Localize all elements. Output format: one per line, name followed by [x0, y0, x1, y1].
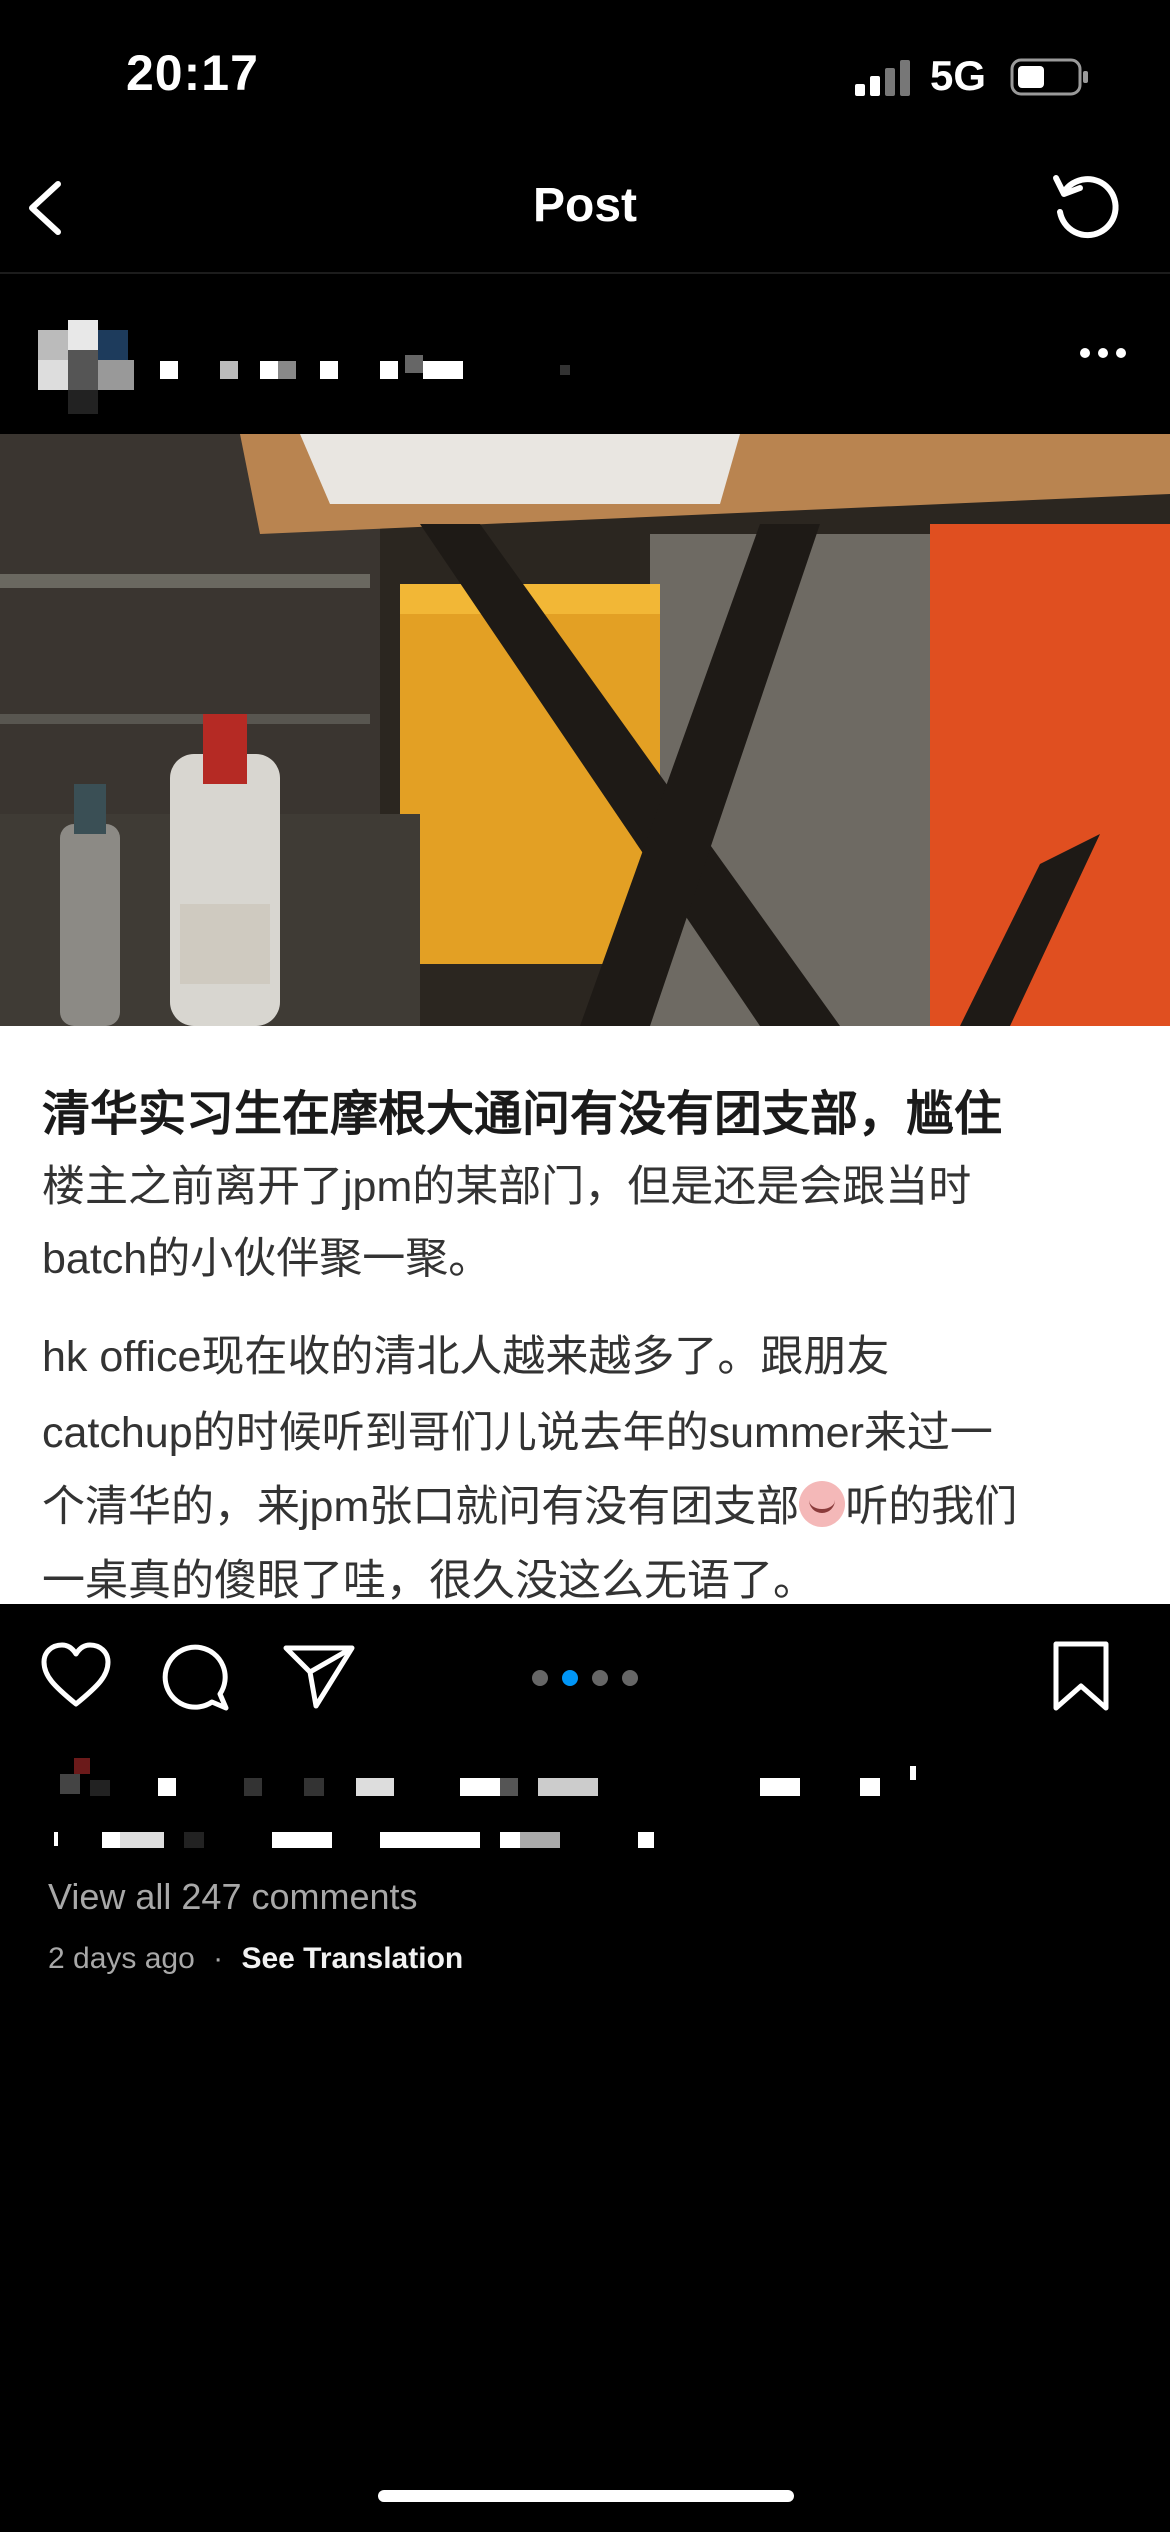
heart-icon[interactable]	[40, 1642, 112, 1708]
card-line-text: 听的我们	[845, 1483, 1018, 1531]
network-type: 5G	[930, 52, 987, 99]
avatar[interactable]	[38, 320, 138, 420]
share-icon[interactable]	[282, 1642, 356, 1710]
carousel-indicator	[532, 1670, 638, 1686]
battery-icon	[1010, 58, 1088, 96]
nav-divider	[0, 272, 1170, 274]
post-meta: 2 days ago · See Translation	[48, 1942, 463, 1976]
card-line: hk office现在收的清北人越来越多了。跟朋友	[42, 1333, 890, 1381]
post-timestamp: 2 days ago	[48, 1942, 195, 1975]
card-line: 一桌真的傻眼了哇，很久没这么无语了。	[42, 1557, 816, 1605]
post-text-card[interactable]: 清华实习生在摩根大通问有没有团支部，尴住 楼主之前离开了jpm的某部门，但是还是…	[0, 1026, 1170, 1605]
view-comments-link[interactable]: View all 247 comments	[48, 1876, 418, 1918]
post-photo[interactable]	[0, 434, 1170, 1026]
home-indicator[interactable]	[378, 2490, 794, 2502]
card-line: catchup的时候听到哥们儿说去年的summer来过一	[42, 1409, 993, 1457]
card-line: batch的小伙伴聚一聚。	[42, 1235, 492, 1283]
meta-separator: ·	[213, 1942, 224, 1975]
card-line: 个清华的，来jpm张口就问有没有团支部 听的我们	[42, 1472, 1017, 1534]
comment-icon[interactable]	[162, 1642, 232, 1712]
page-title: Post	[532, 179, 637, 232]
username-redacted[interactable]	[160, 355, 580, 385]
card-line-text: 个清华的，来jpm张口就问有没有团支部	[42, 1483, 800, 1531]
card-line: 楼主之前离开了jpm的某部门，但是还是会跟当时	[42, 1163, 972, 1211]
crying-emoji-icon	[799, 1481, 846, 1527]
more-options-icon[interactable]	[1078, 345, 1128, 361]
see-translation-link[interactable]: See Translation	[241, 1942, 463, 1975]
signal-icon	[855, 60, 910, 96]
status-time: 20:17	[126, 45, 259, 101]
refresh-icon[interactable]	[1050, 170, 1120, 240]
card-title: 清华实习生在摩根大通问有没有团支部，尴住	[42, 1088, 1003, 1141]
bookmark-icon[interactable]	[1052, 1640, 1110, 1712]
caption-redacted	[54, 1758, 916, 1848]
